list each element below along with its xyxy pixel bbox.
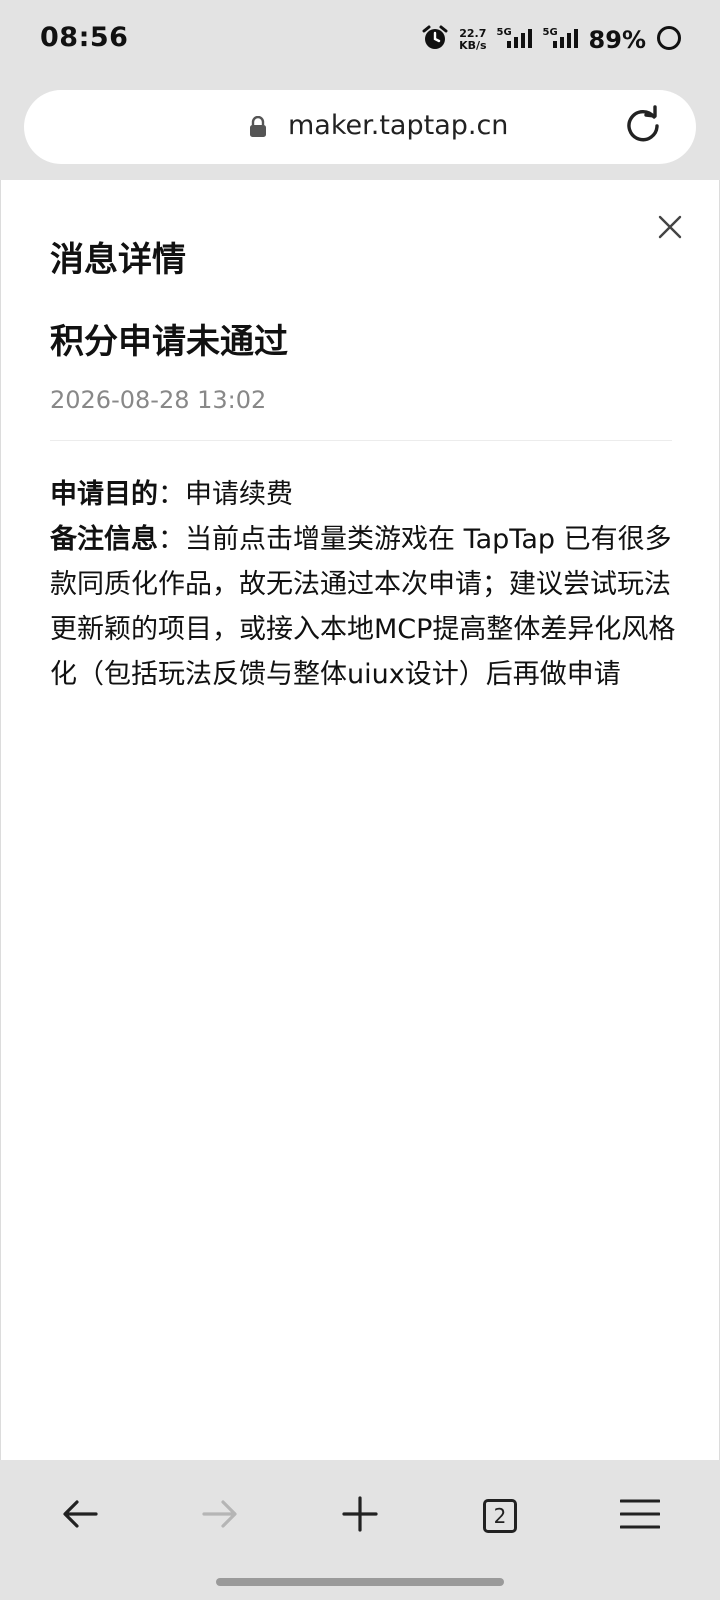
tabs-icon: 2 xyxy=(483,1499,517,1533)
network-speed: 22.7 KB/s xyxy=(459,28,486,52)
battery-percent: 89% xyxy=(588,26,646,54)
signal-icon xyxy=(552,28,579,52)
browser-toolbar: maker.taptap.cn xyxy=(0,78,720,180)
message-detail-panel: 消息详情 积分申请未通过 2026-08-28 13:02 申请目的：申请续费 … xyxy=(0,180,720,1460)
forward-button[interactable] xyxy=(190,1490,250,1542)
close-button[interactable] xyxy=(655,214,685,244)
menu-button[interactable] xyxy=(610,1490,670,1542)
arrow-left-icon xyxy=(62,1498,98,1534)
browser-bottom-nav: 2 xyxy=(0,1460,720,1600)
message-title: 积分申请未通过 xyxy=(50,322,288,362)
battery-icon xyxy=(656,25,682,55)
remark-line: 备注信息：当前点击增量类游戏在 TapTap 已有很多款同质化作品，故无法通过本… xyxy=(50,517,680,697)
status-bar: 08:56 22.7 KB/s 5G 5G 89% xyxy=(0,0,720,78)
purpose-line: 申请目的：申请续费 xyxy=(50,472,680,517)
home-indicator[interactable] xyxy=(216,1578,504,1586)
alarm-icon xyxy=(421,24,449,56)
close-icon xyxy=(658,215,682,243)
new-tab-button[interactable] xyxy=(330,1490,390,1542)
address-bar[interactable]: maker.taptap.cn xyxy=(24,90,696,164)
lock-icon xyxy=(249,115,267,142)
signal-sim1: 5G xyxy=(497,25,533,55)
status-icons: 22.7 KB/s 5G 5G 89% xyxy=(421,20,682,60)
plus-icon xyxy=(342,1496,378,1536)
back-button[interactable] xyxy=(50,1490,110,1542)
remark-label: 备注信息 xyxy=(50,524,158,555)
signal-icon xyxy=(506,28,533,52)
status-time: 08:56 xyxy=(40,22,129,53)
purpose-label: 申请目的 xyxy=(50,479,158,510)
menu-icon xyxy=(619,1498,661,1534)
tabs-button[interactable]: 2 xyxy=(470,1490,530,1542)
network-speed-unit: KB/s xyxy=(459,39,487,52)
divider xyxy=(50,440,672,441)
reload-button[interactable] xyxy=(622,105,664,149)
message-body: 申请目的：申请续费 备注信息：当前点击增量类游戏在 TapTap 已有很多款同质… xyxy=(50,472,680,697)
page-heading: 消息详情 xyxy=(50,240,186,280)
url-text: maker.taptap.cn xyxy=(288,110,509,141)
separator: ： xyxy=(158,524,185,555)
signal-sim2: 5G xyxy=(543,25,579,55)
purpose-value: 申请续费 xyxy=(185,479,293,510)
separator: ： xyxy=(158,479,185,510)
message-timestamp: 2026-08-28 13:02 xyxy=(50,386,267,414)
reload-icon xyxy=(623,105,663,149)
arrow-right-icon xyxy=(202,1498,238,1534)
